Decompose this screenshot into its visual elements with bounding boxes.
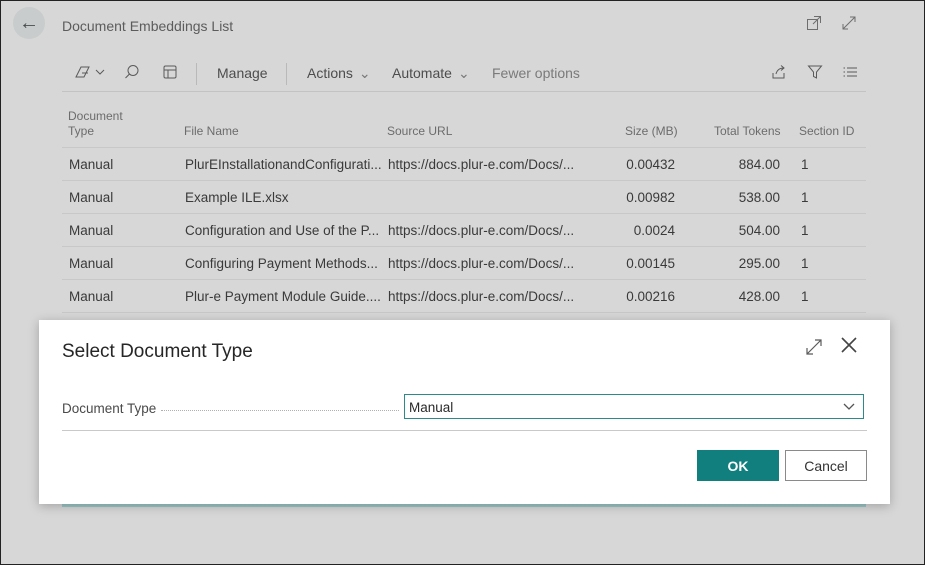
cell-file-name[interactable]: Plur-e Payment Module Guide.... xyxy=(185,289,383,304)
table-row[interactable]: Manual Configuration and Use of the P...… xyxy=(62,214,866,247)
chevron-down-icon xyxy=(842,397,856,418)
automate-menu[interactable]: Automate ⌄ xyxy=(392,65,470,82)
fewer-options-button[interactable]: Fewer options xyxy=(492,65,580,81)
cell-section-id: 1 xyxy=(801,223,809,238)
expand-icon[interactable] xyxy=(805,338,823,361)
cell-size: 0.00982 xyxy=(626,190,675,205)
cell-size: 0.0024 xyxy=(633,223,675,238)
search-icon[interactable] xyxy=(124,64,140,84)
selection-strip xyxy=(62,504,866,507)
cell-document-type: Manual xyxy=(69,256,114,271)
action-bar: Manage Actions ⌄ Automate ⌄ Fewer options xyxy=(62,57,866,92)
table-row[interactable]: Manual Example ILE.xlsx 0.00982 538.00 1 xyxy=(62,181,866,214)
cell-section-id: 1 xyxy=(801,256,809,271)
page-frame: ← Document Embeddings List Manage Action… xyxy=(0,0,925,565)
cell-file-name[interactable]: Example ILE.xlsx xyxy=(185,190,383,205)
dialog-title: Select Document Type xyxy=(62,341,253,362)
column-header-total-tokens[interactable]: Total Tokens xyxy=(714,124,781,139)
cell-total-tokens: 428.00 xyxy=(738,289,780,304)
column-header-size[interactable]: Size (MB) xyxy=(625,124,678,139)
expand-icon[interactable] xyxy=(841,15,857,36)
cell-section-id: 1 xyxy=(801,157,809,172)
actions-menu[interactable]: Actions ⌄ xyxy=(307,65,371,82)
table-row[interactable]: Manual Plur-e Payment Module Guide.... h… xyxy=(62,280,866,313)
cell-document-type: Manual xyxy=(69,190,114,205)
cell-section-id: 1 xyxy=(801,289,809,304)
cell-section-id: 1 xyxy=(801,190,809,205)
filter-icon[interactable] xyxy=(807,64,823,84)
document-type-label: Document Type xyxy=(62,401,157,416)
cell-total-tokens: 884.00 xyxy=(738,157,780,172)
separator xyxy=(286,63,287,85)
share-icon[interactable] xyxy=(771,64,787,84)
close-icon[interactable] xyxy=(839,334,859,362)
view-switch-icon[interactable] xyxy=(74,64,108,84)
cell-document-type: Manual xyxy=(69,289,114,304)
chevron-down-icon: ⌄ xyxy=(358,65,371,81)
cell-source-url[interactable]: https://docs.plur-e.com/Docs/... xyxy=(388,157,588,172)
page-title: Document Embeddings List xyxy=(62,18,234,34)
document-embeddings-table: Document Type File Name Source URL Size … xyxy=(62,103,866,313)
document-type-select[interactable]: Manual xyxy=(404,394,864,419)
back-arrow-icon: ← xyxy=(19,11,39,34)
column-header-document-type[interactable]: Document Type xyxy=(68,109,130,139)
separator xyxy=(196,63,197,85)
cell-size: 0.00145 xyxy=(626,256,675,271)
cell-source-url[interactable]: https://docs.plur-e.com/Docs/... xyxy=(388,223,588,238)
column-header-section-id[interactable]: Section ID xyxy=(799,124,854,139)
cell-document-type: Manual xyxy=(69,157,114,172)
cell-file-name[interactable]: PlurEInstallationandConfigurati... xyxy=(185,157,383,172)
label-leader-dots xyxy=(161,409,399,411)
select-document-type-dialog: Select Document Type Document Type Manua… xyxy=(39,320,890,504)
dialog-divider xyxy=(62,430,867,431)
actions-label: Actions xyxy=(307,65,353,81)
cell-total-tokens: 504.00 xyxy=(738,223,780,238)
open-in-new-window-icon[interactable] xyxy=(806,15,822,36)
column-header-source-url[interactable]: Source URL xyxy=(387,124,452,139)
list-view-icon[interactable] xyxy=(842,64,858,84)
cell-source-url[interactable]: https://docs.plur-e.com/Docs/... xyxy=(388,289,588,304)
cell-total-tokens: 538.00 xyxy=(738,190,780,205)
table-row[interactable]: Manual Configuring Payment Methods... ht… xyxy=(62,247,866,280)
cell-size: 0.00216 xyxy=(626,289,675,304)
cell-file-name[interactable]: Configuring Payment Methods... xyxy=(185,256,383,271)
chevron-down-icon: ⌄ xyxy=(457,65,470,81)
cell-source-url[interactable]: https://docs.plur-e.com/Docs/... xyxy=(388,256,588,271)
back-button[interactable]: ← xyxy=(13,7,45,39)
cancel-button[interactable]: Cancel xyxy=(785,450,867,481)
table-row[interactable]: Manual PlurEInstallationandConfigurati..… xyxy=(62,148,866,181)
table-header: Document Type File Name Source URL Size … xyxy=(62,103,866,148)
cell-file-name[interactable]: Configuration and Use of the P... xyxy=(185,223,383,238)
ok-button[interactable]: OK xyxy=(697,450,779,481)
column-header-file-name[interactable]: File Name xyxy=(184,124,239,139)
cell-total-tokens: 295.00 xyxy=(738,256,780,271)
automate-label: Automate xyxy=(392,65,452,81)
cell-size: 0.00432 xyxy=(626,157,675,172)
tile-view-icon[interactable] xyxy=(162,64,178,84)
manage-menu[interactable]: Manage xyxy=(217,65,268,81)
cell-document-type: Manual xyxy=(69,223,114,238)
document-type-value: Manual xyxy=(409,400,454,415)
